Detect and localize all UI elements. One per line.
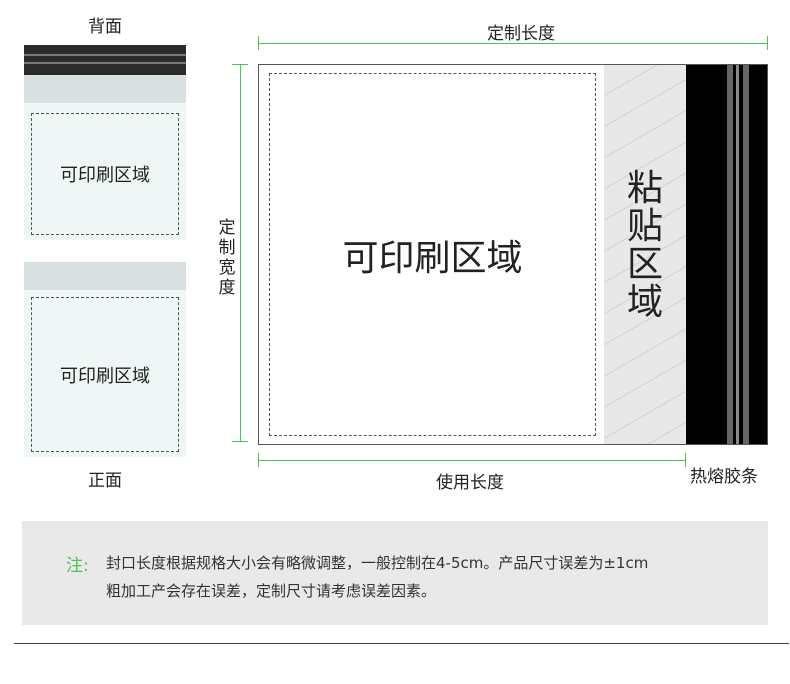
custom-length-line	[258, 43, 768, 44]
usable-length-tick-right	[685, 453, 686, 467]
note-prefix: 注:	[66, 556, 89, 576]
custom-length-tick-left	[258, 36, 259, 50]
front-title: 正面	[88, 471, 122, 491]
front-flap-band	[24, 262, 186, 290]
custom-width-tick-top	[232, 64, 248, 65]
custom-width-line	[240, 64, 241, 442]
back-panel: 可印刷区域	[24, 45, 186, 240]
bag-diagram: 可印刷区域 粘 贴 区 域	[258, 64, 768, 445]
usable-length-tick-left	[258, 453, 259, 467]
back-flap-band	[24, 75, 186, 103]
main-print-label: 可印刷区域	[342, 237, 523, 279]
heat-seal-strip	[686, 65, 767, 444]
front-print-label: 可印刷区域	[60, 365, 150, 387]
custom-width-tick-bottom	[232, 441, 248, 442]
front-print-area: 可印刷区域	[31, 297, 179, 452]
usable-length-label: 使用长度	[436, 473, 504, 493]
custom-length-tick-right	[767, 36, 768, 50]
note-line-1: 封口长度根据规格大小会有略微调整，一般控制在4-5cm。产品尺寸误差为±1cm	[106, 554, 649, 572]
main-print-area: 可印刷区域	[269, 73, 596, 436]
back-sealing-strip	[24, 45, 186, 75]
front-panel: 可印刷区域	[24, 262, 186, 457]
adhesive-area-label: 粘 贴 区 域	[626, 168, 663, 323]
heat-strip-label: 热熔胶条	[690, 467, 758, 487]
back-print-area: 可印刷区域	[31, 113, 179, 235]
back-print-label: 可印刷区域	[60, 165, 150, 186]
usable-length-line	[258, 460, 685, 461]
adhesive-area: 粘 贴 区 域	[604, 65, 686, 444]
back-title: 背面	[88, 17, 122, 37]
note-box: 注: 封口长度根据规格大小会有略微调整，一般控制在4-5cm。产品尺寸误差为±1…	[22, 521, 768, 625]
custom-width-label: 定 制 宽 度	[216, 218, 238, 298]
note-line-2: 粗加工产会存在误差，定制尺寸请考虑误差因素。	[106, 582, 437, 600]
custom-length-label: 定制长度	[487, 24, 555, 44]
bottom-divider	[14, 643, 789, 644]
